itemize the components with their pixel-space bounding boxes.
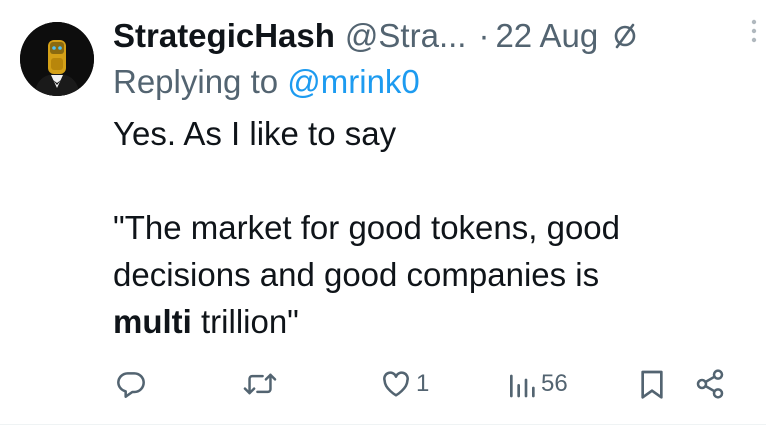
tweet-text-line: multi trillion" bbox=[113, 298, 746, 345]
reply-handle-link[interactable]: @mrink0 bbox=[287, 63, 420, 100]
like-count: 1 bbox=[416, 370, 430, 397]
avatar-image bbox=[20, 22, 94, 96]
tweet[interactable]: StrategicHash @Stra... · 22 Aug Replying… bbox=[0, 0, 766, 425]
bold-text: multi bbox=[113, 303, 192, 340]
tweet-text-line: decisions and good companies is bbox=[113, 256, 600, 293]
tweet-text-line: Yes. As I like to say bbox=[113, 115, 397, 152]
bookmark-button[interactable] bbox=[637, 366, 667, 402]
views-icon bbox=[510, 374, 535, 398]
share-button[interactable] bbox=[694, 366, 726, 402]
share-icon bbox=[696, 369, 724, 399]
views-button[interactable]: 56 bbox=[507, 366, 568, 402]
replying-to: Replying to @mrink0 bbox=[113, 60, 746, 104]
repost-icon bbox=[243, 373, 277, 395]
reply-button[interactable] bbox=[115, 366, 151, 402]
bookmark-icon bbox=[641, 370, 663, 399]
display-name[interactable]: StrategicHash bbox=[113, 17, 335, 55]
separator-dot: · bbox=[478, 17, 490, 54]
user-handle[interactable]: @Stra... bbox=[345, 17, 467, 55]
repost-button[interactable] bbox=[243, 366, 281, 402]
edited-icon[interactable] bbox=[610, 21, 640, 51]
replying-to-label: Replying to bbox=[113, 63, 288, 100]
reply-icon bbox=[117, 372, 145, 398]
like-button[interactable]: 1 bbox=[380, 366, 429, 402]
avatar[interactable] bbox=[20, 22, 94, 96]
tweet-header: StrategicHash @Stra... · 22 Aug bbox=[113, 14, 746, 58]
tweet-text-line: "The market for good tokens, good bbox=[113, 209, 621, 246]
tweet-date[interactable]: 22 Aug bbox=[495, 17, 598, 55]
more-options-icon[interactable] bbox=[750, 18, 758, 44]
tweet-text-fragment: trillion" bbox=[191, 303, 299, 340]
heart-icon bbox=[383, 371, 409, 397]
action-bar: 1 56 bbox=[0, 366, 766, 402]
tweet-text: Yes. As I like to say "The market for go… bbox=[113, 110, 746, 345]
views-count: 56 bbox=[541, 370, 568, 397]
tweet-content: StrategicHash @Stra... · 22 Aug Replying… bbox=[113, 14, 746, 345]
